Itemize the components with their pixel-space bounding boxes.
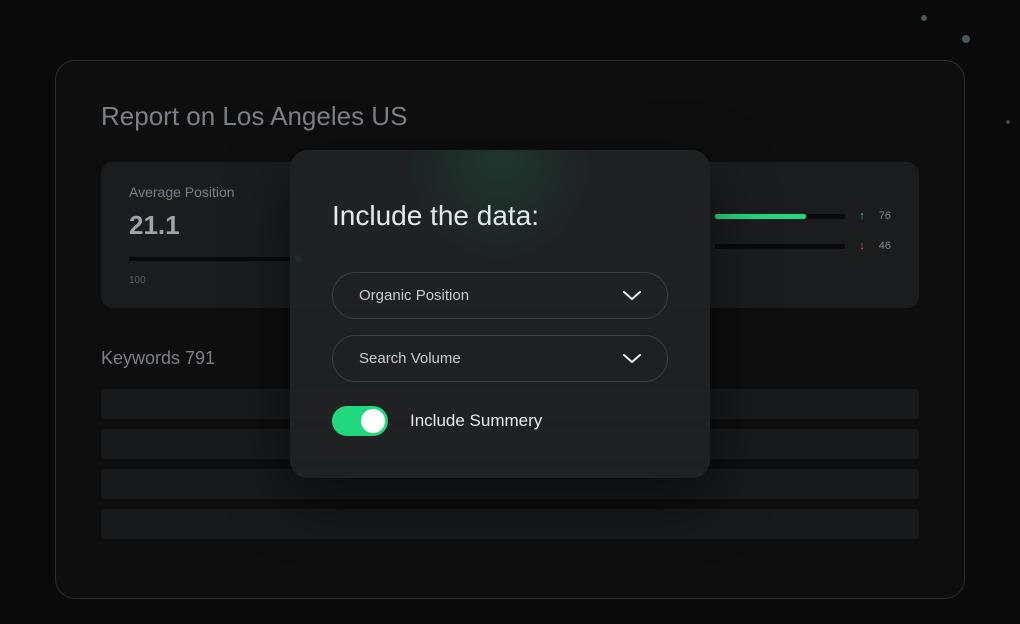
- metric-up-value: 76: [879, 210, 891, 222]
- metric-bar-fill: [715, 214, 806, 219]
- secondary-metrics: ↑ 76 ↓ 46: [715, 210, 891, 252]
- average-position-value: 21.1: [129, 210, 299, 241]
- metric-bar-fill: [715, 244, 845, 249]
- include-summary-row: Include Summery: [332, 406, 668, 436]
- dropdown-label: Organic Position: [359, 287, 469, 304]
- progress-fill: [129, 257, 299, 261]
- progress-caption: 100: [129, 275, 299, 286]
- metric-down-value: 46: [879, 240, 891, 252]
- metric-row-down: ↓ 46: [715, 240, 891, 252]
- metric-bar: [715, 214, 845, 219]
- arrow-down-icon: ↓: [859, 240, 865, 252]
- average-position-block: Average Position 21.1 100: [129, 184, 299, 286]
- organic-position-dropdown[interactable]: Organic Position: [332, 272, 668, 319]
- toggle-knob-icon: [361, 409, 385, 433]
- progress-bar: [129, 257, 299, 261]
- dot-icon: [921, 15, 927, 21]
- chevron-down-icon: [623, 354, 641, 364]
- metric-row-up: ↑ 76: [715, 210, 891, 222]
- report-title: Report on Los Angeles US: [101, 101, 919, 132]
- include-data-modal: Include the data: Organic Position Searc…: [290, 150, 710, 478]
- dot-icon: [962, 35, 970, 43]
- dot-icon: [1006, 120, 1010, 124]
- arrow-up-icon: ↑: [859, 210, 865, 222]
- metric-bar: [715, 244, 845, 249]
- decorative-dots: [921, 15, 970, 43]
- include-summary-toggle[interactable]: [332, 406, 388, 436]
- chevron-down-icon: [623, 291, 641, 301]
- toggle-label: Include Summery: [410, 411, 542, 431]
- search-volume-dropdown[interactable]: Search Volume: [332, 335, 668, 382]
- table-row: [101, 509, 919, 539]
- dropdown-label: Search Volume: [359, 350, 461, 367]
- average-position-label: Average Position: [129, 184, 299, 200]
- modal-title: Include the data:: [332, 200, 668, 232]
